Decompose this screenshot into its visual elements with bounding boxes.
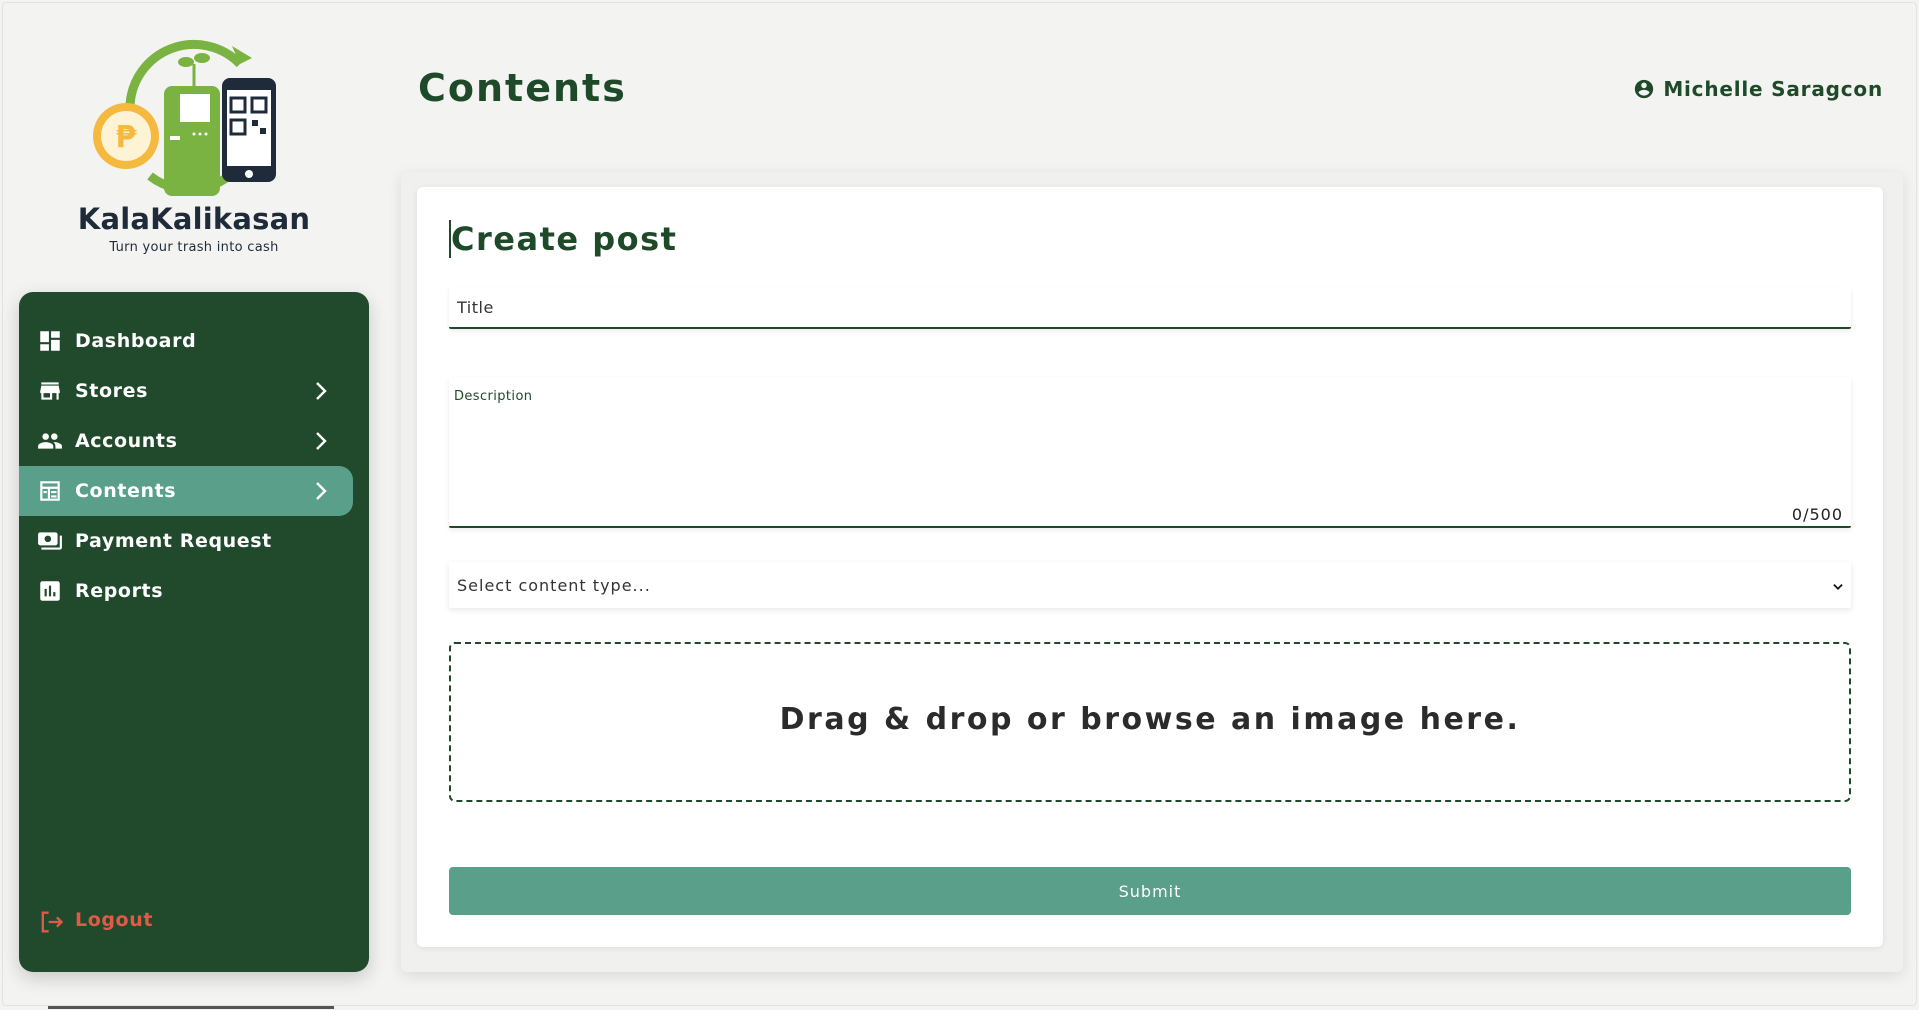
sidebar-item-label: Reports [75,580,164,602]
sidebar-item-reports[interactable]: Reports [19,566,353,616]
sidebar-item-dashboard[interactable]: Dashboard [19,316,353,366]
logout-button[interactable]: Logout [37,904,237,938]
user-circle-icon [1635,79,1654,99]
user-menu[interactable]: Michelle Saragcon [1633,76,1883,102]
content-type-select[interactable]: Select content type... [449,562,1851,608]
sidebar-item-stores[interactable]: Stores [19,366,353,416]
payment-icon [38,532,62,550]
svg-text:₱: ₱ [116,120,137,155]
chevron-right-icon [316,432,327,450]
chevron-right-icon [316,482,327,500]
description-textarea[interactable] [454,407,1834,497]
contents-icon [40,481,60,501]
sidebar-item-label: Contents [75,480,177,502]
submit-button[interactable]: Submit [449,867,1851,915]
user-name: Michelle Saragcon [1663,77,1883,101]
description-char-count: 0/500 [1791,505,1843,524]
sidebar-item-accounts[interactable]: Accounts [19,416,353,466]
brand: ₱ KalaKalikasan Turn your trash into cas… [18,30,370,260]
description-label: Description [454,389,533,404]
chevron-right-icon [316,382,327,400]
create-post-card: Create post Description 0/500 Select con… [417,187,1883,947]
page-title: Contents [418,66,627,110]
brand-logo: ₱ [93,39,276,196]
reports-icon [40,581,60,601]
sidebar-item-contents[interactable]: Contents [19,466,353,516]
sidebar-item-label: Payment Request [75,530,272,552]
sidebar-item-label: Dashboard [75,330,197,352]
people-icon [38,433,62,449]
sidebar-item-label: Accounts [75,430,178,452]
brand-tagline: Turn your trash into cash [109,240,279,255]
sidebar: Dashboard Stores Accounts Contents Payme… [19,292,369,972]
dropzone-text: Drag & drop or browse an image here. [779,702,1521,737]
description-field[interactable]: Description 0/500 [449,377,1851,528]
chevron-down-icon [1833,584,1843,590]
taskbar-indicator [48,1006,334,1009]
sidebar-item-payment-request[interactable]: Payment Request [19,516,353,566]
sidebar-item-label: Stores [75,380,148,402]
logout-icon [41,911,64,933]
content-type-selected: Select content type... [457,576,651,595]
logout-label: Logout [75,909,154,931]
image-dropzone[interactable]: Drag & drop or browse an image here. [449,642,1851,802]
create-post-heading: Create post [449,220,678,258]
store-icon [40,382,60,400]
dashboard-icon [40,331,60,351]
title-input[interactable] [449,287,1851,329]
brand-name: KalaKalikasan [77,202,311,236]
